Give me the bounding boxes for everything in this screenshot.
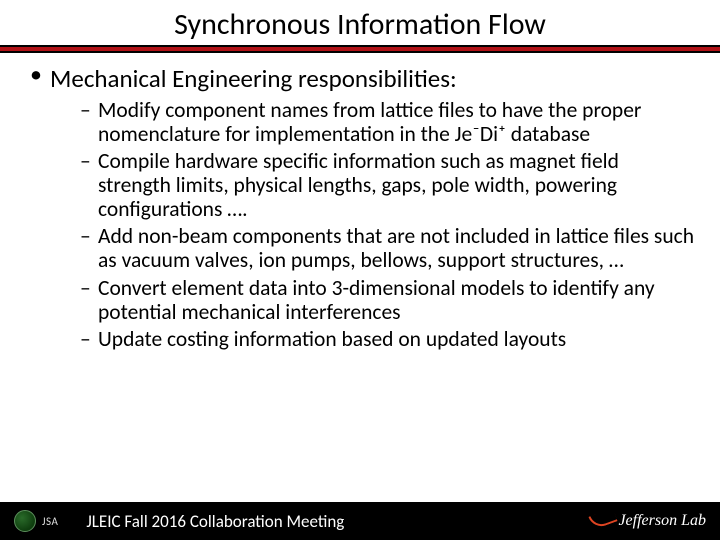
bullet-level1-text: Mechanical Engineering responsibilities: <box>50 63 457 94</box>
slide-body: Mechanical Engineering responsibilities:… <box>0 63 720 351</box>
bullet-level2-list: Modify component names from lattice file… <box>28 98 696 351</box>
list-item: Modify component names from lattice file… <box>80 98 696 146</box>
list-item-text: Convert element data into 3-dimensional … <box>98 275 655 325</box>
jlab-swoosh-icon <box>588 510 614 532</box>
jsa-logo-text: JSA <box>42 515 58 528</box>
list-item-text: Update costing information based on upda… <box>98 326 566 352</box>
bullet-level1: Mechanical Engineering responsibilities: <box>28 63 696 94</box>
list-item: Convert element data into 3-dimensional … <box>80 276 696 324</box>
slide-title: Synchronous Information Flow <box>0 6 720 43</box>
jlab-logo-text: Jefferson Lab <box>618 512 706 530</box>
list-item-text: Add non-beam components that are not inc… <box>98 223 694 273</box>
list-item-text: Modify component names from lattice file… <box>98 97 641 147</box>
list-item-text: Compile hardware specific information su… <box>98 148 619 222</box>
jlab-logo: Jefferson Lab <box>588 510 706 532</box>
list-item: Update costing information based on upda… <box>80 327 696 351</box>
list-item: Compile hardware specific information su… <box>80 149 696 221</box>
slide-title-area: Synchronous Information Flow <box>0 0 720 45</box>
slide-footer: JSA JLEIC Fall 2016 Collaboration Meetin… <box>0 502 720 540</box>
footer-meeting-text: JLEIC Fall 2016 Collaboration Meeting <box>86 511 344 532</box>
footer-left-logos: JSA <box>14 510 58 532</box>
list-item: Add non-beam components that are not inc… <box>80 224 696 272</box>
title-underline <box>0 45 720 53</box>
doe-seal-icon <box>14 510 36 532</box>
